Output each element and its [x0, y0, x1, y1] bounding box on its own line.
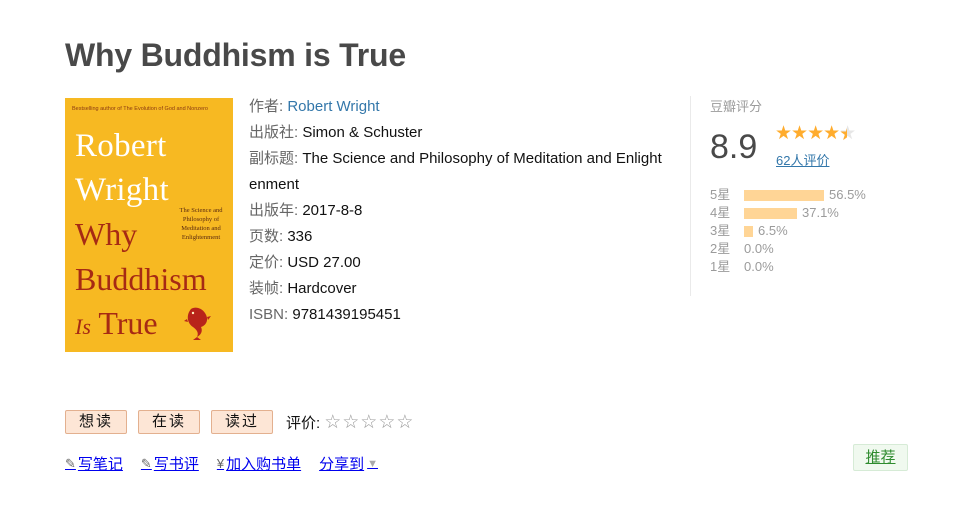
add-to-cart-link[interactable]: ¥ 加入购书单 — [217, 453, 301, 474]
reading-button[interactable]: 在读 — [138, 410, 201, 434]
rating-bar — [744, 225, 753, 237]
rating-bar-label: 4星 — [710, 205, 731, 220]
book-title: Why Buddhism is True — [65, 37, 406, 73]
rating-header: 豆瓣评分 — [710, 99, 763, 114]
author-link[interactable]: Robert Wright — [287, 98, 379, 115]
cover-author-first: Robert — [75, 128, 167, 164]
rating-bar-label: 5星 — [710, 187, 731, 202]
rating-bar-percent: 56.5% — [829, 187, 866, 202]
share-label: 分享到 — [319, 456, 365, 473]
info-pages: 页数: 336 — [249, 224, 669, 250]
rating-bar-label: 3星 — [710, 223, 731, 238]
publisher-value: Simon & Schuster — [302, 124, 423, 141]
rating-bar-row: 2星 0.0% — [710, 240, 866, 258]
info-price: 定价: USD 27.00 — [249, 250, 669, 276]
rating-bar-percent: 0.0% — [744, 241, 774, 256]
author-label: 作者: — [249, 98, 284, 115]
recommend-button[interactable]: 推荐 — [853, 444, 908, 471]
year-value: 2017-8-8 — [302, 202, 363, 219]
book-info: 作者: Robert Wright 出版社: Simon & Schuster … — [249, 94, 669, 328]
cover-tagline: Bestselling author of The Evolution of G… — [72, 106, 208, 112]
koi-fish-icon — [184, 307, 211, 340]
rating-bar — [744, 207, 797, 219]
info-author: 作者: Robert Wright — [249, 94, 669, 120]
rating-score: 8.9 — [710, 128, 758, 166]
cover-subtitle: The Science and Philosophy of Meditation… — [179, 207, 223, 241]
rating-bar-row: 1星 0.0% — [710, 258, 866, 276]
pencil-icon: ✎ — [140, 455, 152, 471]
rating-bar-percent: 37.1% — [802, 205, 839, 220]
price-label: 定价: — [249, 254, 284, 271]
subtitle-value: The Science and Philosophy of Meditation… — [249, 150, 662, 193]
rating-count-link[interactable]: 62人评价 — [776, 150, 829, 169]
book-cover[interactable]: Bestselling author of The Evolution of G… — [65, 98, 233, 352]
write-note-link[interactable]: ✎ 写笔记 — [65, 453, 123, 474]
subtitle-label: 副标题: — [249, 150, 299, 167]
cover-author-last: Wright — [75, 172, 169, 208]
shelf-buttons: 想读 在读 读过 评价: ☆☆☆☆☆ — [65, 410, 414, 434]
binding-label: 装帧: — [249, 280, 284, 297]
price-value: USD 27.00 — [287, 254, 361, 271]
rating-bar-row: 4星 37.1% — [710, 204, 866, 222]
cover-title-buddhism: Buddhism — [75, 261, 207, 297]
rating-bar-label: 1星 — [710, 259, 731, 274]
cover-title-true: True — [98, 305, 158, 341]
rating-bar-row: 3星 6.5% — [710, 222, 866, 240]
year-label: 出版年: — [249, 202, 299, 219]
info-publisher: 出版社: Simon & Schuster — [249, 120, 669, 146]
rating-bar-percent: 0.0% — [744, 259, 774, 274]
info-year: 出版年: 2017-8-8 — [249, 198, 669, 224]
pages-value: 336 — [287, 228, 313, 245]
pencil-icon: ✎ — [65, 455, 76, 471]
rating-bar-label: 2星 — [710, 241, 731, 256]
write-review-link[interactable]: ✎ 写书评 — [141, 453, 199, 474]
rating-stars-icon: ★★★★★ — [775, 122, 856, 145]
cover-title-why: Why — [75, 216, 138, 252]
write-review-label: 写书评 — [153, 456, 199, 473]
rating-bar-percent: 6.5% — [758, 223, 788, 238]
user-rating-stars[interactable]: ☆☆☆☆☆ — [324, 411, 414, 434]
write-note-label: 写笔记 — [77, 456, 123, 473]
info-binding: 装帧: Hardcover — [249, 276, 669, 302]
read-button[interactable]: 读过 — [211, 410, 274, 434]
rate-label: 评价: — [286, 414, 321, 432]
binding-value: Hardcover — [287, 280, 357, 297]
isbn-label: ISBN: — [249, 306, 289, 323]
publisher-label: 出版社: — [249, 124, 299, 141]
rating-bar-row: 5星 56.5% — [710, 186, 866, 204]
add-to-cart-label: 加入购书单 — [226, 456, 302, 473]
caret-down-icon: ▼ — [367, 457, 378, 470]
isbn-value: 9781439195451 — [292, 306, 401, 323]
info-subtitle: 副标题: The Science and Philosophy of Medit… — [249, 146, 669, 198]
info-isbn: ISBN: 9781439195451 — [249, 302, 669, 328]
rating-panel: 豆瓣评分 8.9 ★★★★★ 62人评价 5星 56.5% 4星 37.1% 3星 6.5… — [690, 96, 890, 296]
pages-label: 页数: — [249, 228, 284, 245]
rating-distribution: 5星 56.5% 4星 37.1% 3星 6.5% 2星 0.0% 1星 0.0% — [710, 186, 866, 276]
yen-icon: ¥ — [216, 456, 225, 471]
action-links: ✎ 写笔记 ✎ 写书评 ¥ 加入购书单 分享到 ▼ — [65, 453, 396, 474]
share-link[interactable]: 分享到 ▼ — [319, 453, 378, 474]
want-to-read-button[interactable]: 想读 — [65, 410, 128, 434]
cover-title-is-true: Is True — [75, 307, 158, 339]
cover-title-is: Is — [75, 314, 91, 339]
rating-bar — [744, 189, 824, 201]
